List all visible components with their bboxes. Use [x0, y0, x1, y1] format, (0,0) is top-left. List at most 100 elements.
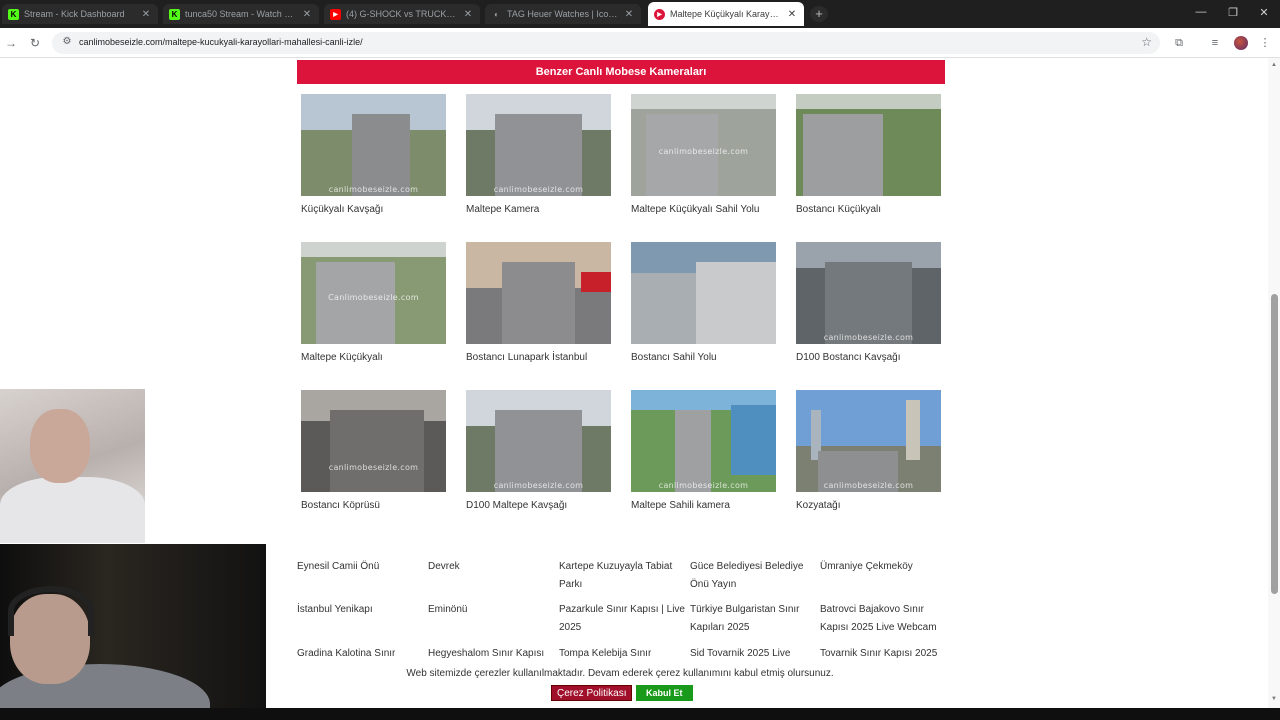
camera-card[interactable]: canlimobeseizle.com Küçükyalı Kavşağı [301, 94, 447, 215]
section-title: Benzer Canlı Mobese Kameraları [297, 60, 945, 84]
camera-thumbnail[interactable] [466, 242, 611, 344]
footer-link[interactable]: Pazarkule Sınır Kapısı | Live 2025 [559, 601, 687, 637]
camera-label[interactable]: Küçükyalı Kavşağı [301, 204, 447, 215]
scrollbar-thumb[interactable] [1271, 294, 1278, 594]
camera-label[interactable]: Bostancı Köprüsü [301, 500, 447, 511]
watermark: Canlimobeseizle.com [328, 293, 419, 302]
footer-link[interactable]: Eynesil Camii Önü [297, 558, 425, 576]
footer-link[interactable]: Ümraniye Çekmeköy [820, 558, 948, 576]
footer-link[interactable]: Devrek [428, 558, 556, 576]
reload-icon[interactable]: ↻ [27, 35, 43, 51]
kick-icon: K [8, 8, 19, 20]
tab-title: Maltepe Küçükyalı Karayolları M [670, 9, 782, 19]
footer-link[interactable]: Güce Belediyesi Belediye Önü Yayın [690, 558, 818, 594]
camera-card[interactable]: canlimobeseizle.com D100 Bostancı Kavşağ… [796, 242, 942, 363]
address-bar[interactable]: ⚙ canlimobeseizle.com/maltepe-kucukyali-… [52, 32, 1160, 54]
tab-strip: K Stream - Kick Dashboard ✕ K tunca50 St… [0, 0, 1280, 28]
camera-label[interactable]: D100 Bostancı Kavşağı [796, 352, 942, 363]
site-info-icon[interactable]: ⚙ [60, 36, 74, 50]
tab-tag-heuer[interactable]: ◐ TAG Heuer Watches | Iconic Sw ✕ [485, 4, 641, 24]
scroll-down-arrow-icon[interactable]: ▼ [1270, 696, 1278, 702]
browser-toolbar: → ↻ ⚙ canlimobeseizle.com/maltepe-kucuky… [0, 28, 1280, 58]
camera-thumbnail[interactable]: Canlimobeseizle.com [301, 242, 446, 344]
footer-link[interactable]: Gradina Kalotina Sınır [297, 645, 425, 663]
tab-title: tunca50 Stream - Watch Live o [185, 9, 297, 19]
camera-thumbnail[interactable]: canlimobeseizle.com [301, 94, 446, 196]
webcam-overlay-streamer [0, 544, 266, 720]
tab-kick-dashboard[interactable]: K Stream - Kick Dashboard ✕ [2, 4, 158, 24]
camera-card[interactable]: Bostancı Küçükyalı [796, 94, 942, 215]
camera-card[interactable]: canlimobeseizle.com Maltepe Sahili kamer… [631, 390, 777, 511]
camera-thumbnail[interactable]: canlimobeseizle.com [301, 390, 446, 492]
footer-link[interactable]: Türkiye Bulgaristan Sınır Kapıları 2025 [690, 601, 818, 637]
footer-link[interactable]: Batrovci Bajakovo Sınır Kapısı 2025 Live… [820, 601, 950, 637]
camera-card[interactable]: Bostancı Lunapark İstanbul [466, 242, 612, 363]
camera-thumbnail[interactable]: canlimobeseizle.com [466, 390, 611, 492]
close-icon[interactable]: ✕ [140, 9, 152, 20]
camera-card[interactable]: canlimobeseizle.com Bostancı Köprüsü [301, 390, 447, 511]
window-close-icon[interactable]: ✕ [1254, 6, 1274, 19]
close-icon[interactable]: ✕ [786, 9, 798, 20]
camera-card[interactable]: canlimobeseizle.com Kozyatağı [796, 390, 942, 511]
footer-link[interactable]: İstanbul Yenikapı [297, 601, 425, 619]
accept-cookies-button[interactable]: Kabul Et [636, 685, 693, 701]
profile-avatar[interactable] [1234, 36, 1248, 50]
bookmark-star-icon[interactable]: ☆ [1141, 35, 1152, 49]
tag-heuer-icon: ◐ [494, 9, 499, 19]
close-icon[interactable]: ✕ [462, 9, 474, 20]
webcam-overlay-guest [0, 389, 145, 543]
camera-card[interactable]: canlimobeseizle.com Maltepe Küçükyalı Sa… [631, 94, 777, 215]
watermark: canlimobeseizle.com [658, 147, 749, 156]
camera-label[interactable]: Maltepe Kamera [466, 204, 612, 215]
camera-card[interactable]: Bostancı Sahil Yolu [631, 242, 777, 363]
camera-label[interactable]: D100 Maltepe Kavşağı [466, 500, 612, 511]
camera-card[interactable]: Canlimobeseizle.com Maltepe Küçükyalı [301, 242, 447, 363]
close-icon[interactable]: ✕ [301, 9, 313, 20]
forward-arrow-icon[interactable]: → [3, 35, 19, 51]
menu-dots-icon[interactable]: ⋮ [1257, 35, 1273, 51]
scroll-up-arrow-icon[interactable]: ▲ [1270, 62, 1278, 68]
close-icon[interactable]: ✕ [623, 9, 635, 20]
camera-thumbnail[interactable]: canlimobeseizle.com [796, 242, 941, 344]
camera-label[interactable]: Maltepe Küçükyalı Sahil Yolu [631, 204, 777, 215]
cookie-policy-button[interactable]: Çerez Politikası [551, 685, 633, 701]
footer-link[interactable]: Eminönü [428, 601, 556, 619]
extensions-icon[interactable]: ⧉ [1171, 35, 1187, 51]
footer-link[interactable]: Hegyeshalom Sınır Kapısı [428, 645, 556, 663]
tab-title: (4) G-SHOCK vs TRUCK?! - You [346, 9, 458, 19]
footer-link[interactable]: Tovarnik Sınır Kapısı 2025 [820, 645, 950, 663]
camera-label[interactable]: Maltepe Küçükyalı [301, 352, 447, 363]
camera-thumbnail[interactable] [796, 94, 941, 196]
camera-label[interactable]: Bostancı Sahil Yolu [631, 352, 777, 363]
watermark: canlimobeseizle.com [493, 481, 584, 490]
camera-thumbnail[interactable]: canlimobeseizle.com [631, 390, 776, 492]
camera-label[interactable]: Bostancı Lunapark İstanbul [466, 352, 612, 363]
site-icon: ▶ [654, 8, 665, 20]
footer-link[interactable]: Tompa Kelebija Sınır [559, 645, 687, 663]
media-icon[interactable]: ≡ [1207, 35, 1223, 51]
camera-card[interactable]: canlimobeseizle.com D100 Maltepe Kavşağı [466, 390, 612, 511]
camera-thumbnail[interactable] [631, 242, 776, 344]
watermark: canlimobeseizle.com [328, 185, 419, 194]
camera-card[interactable]: canlimobeseizle.com Maltepe Kamera [466, 94, 612, 215]
watermark: canlimobeseizle.com [658, 481, 749, 490]
camera-thumbnail[interactable]: canlimobeseizle.com [466, 94, 611, 196]
footer-link[interactable]: Kartepe Kuzuyayla Tabiat Parkı [559, 558, 687, 594]
camera-thumbnail[interactable]: canlimobeseizle.com [631, 94, 776, 196]
camera-label[interactable]: Kozyatağı [796, 500, 942, 511]
address-url[interactable]: canlimobeseizle.com/maltepe-kucukyali-ka… [79, 37, 363, 47]
tab-maltepe-active[interactable]: ▶ Maltepe Küçükyalı Karayolları M ✕ [648, 2, 804, 26]
watermark: canlimobeseizle.com [823, 481, 914, 490]
tab-youtube[interactable]: ▶ (4) G-SHOCK vs TRUCK?! - You ✕ [324, 4, 480, 24]
window-bottom-edge [0, 708, 1280, 720]
watermark: canlimobeseizle.com [328, 463, 419, 472]
camera-label[interactable]: Maltepe Sahili kamera [631, 500, 777, 511]
restore-icon[interactable]: ❐ [1223, 6, 1243, 19]
camera-label[interactable]: Bostancı Küçükyalı [796, 204, 942, 215]
new-tab-button[interactable]: + [810, 6, 828, 22]
camera-thumbnail[interactable]: canlimobeseizle.com [796, 390, 941, 492]
minimize-icon[interactable]: — [1191, 6, 1211, 18]
footer-link[interactable]: Sid Tovarnik 2025 Live [690, 645, 818, 663]
youtube-icon: ▶ [330, 8, 341, 20]
tab-kick-stream[interactable]: K tunca50 Stream - Watch Live o ✕ [163, 4, 319, 24]
